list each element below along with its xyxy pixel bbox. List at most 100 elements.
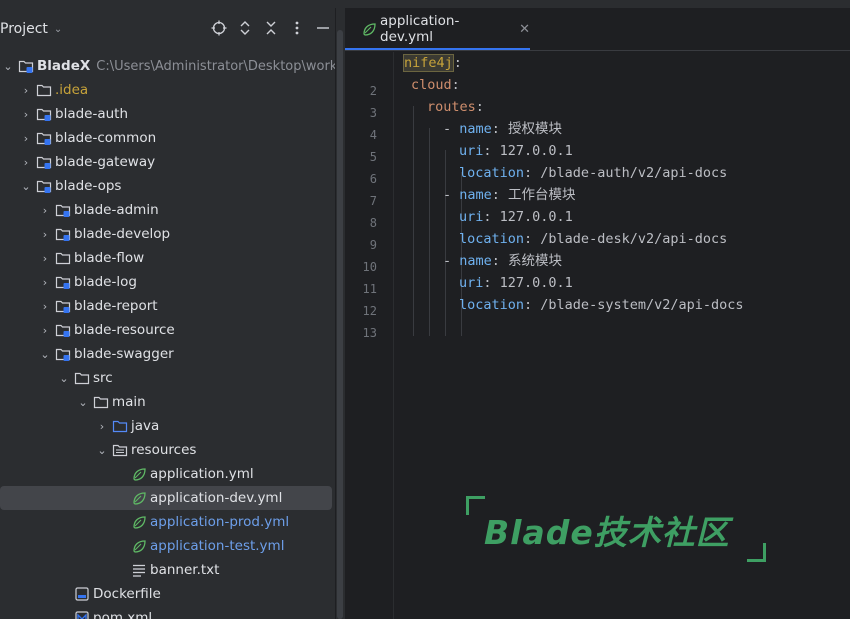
tree-item-label: blade-resource <box>74 322 175 338</box>
yaml-key: uri <box>459 275 484 291</box>
text-file-icon <box>131 562 147 578</box>
tree-item-bladex[interactable]: ⌄ BladeX C:\Users\Administrator\Desktop\… <box>0 54 335 78</box>
folder-icon <box>36 82 52 98</box>
tab-application-dev-yml[interactable]: application-dev.yml ✕ <box>345 8 530 50</box>
chevron-down-icon[interactable]: ⌄ <box>0 54 16 78</box>
tree-item-label: application-dev.yml <box>150 490 283 506</box>
yaml-value: 系统模块 <box>508 253 563 269</box>
module-folder-icon <box>55 274 71 290</box>
line-number: 2 <box>369 84 377 98</box>
collapse-all-icon[interactable] <box>262 20 280 38</box>
code-line: nife4j: <box>403 52 462 74</box>
locate-icon[interactable] <box>210 20 228 38</box>
tree-item-blade-ops[interactable]: ⌄ blade-ops <box>0 174 335 198</box>
chevron-down-icon[interactable]: ⌄ <box>75 390 91 414</box>
module-folder-icon <box>55 298 71 314</box>
project-view-selector[interactable]: Project ⌄ <box>0 21 62 37</box>
tree-item-label: pom.xml <box>93 610 153 619</box>
tree-item-banner-txt[interactable]: banner.txt <box>0 558 335 582</box>
folder-icon <box>74 370 90 386</box>
tree-item-application-test-yml[interactable]: application-test.yml <box>0 534 335 558</box>
yaml-key: nife4j <box>403 54 454 72</box>
tree-item-dockerfile[interactable]: Dockerfile <box>0 582 335 606</box>
yaml-key: name <box>459 187 492 203</box>
tree-item-blade-swagger[interactable]: ⌄ blade-swagger <box>0 342 335 366</box>
tree-item-label: blade-report <box>74 298 158 314</box>
code-line: - name: 授权模块 <box>443 118 562 140</box>
chevron-right-icon[interactable]: › <box>37 270 53 294</box>
expand-all-icon[interactable] <box>236 20 254 38</box>
chevron-right-icon[interactable]: › <box>37 198 53 222</box>
tree-item-application-yml[interactable]: application.yml <box>0 462 335 486</box>
project-title: Project <box>0 21 48 37</box>
options-menu-icon[interactable] <box>288 20 306 38</box>
tree-item-idea[interactable]: › .idea <box>0 78 335 102</box>
watermark-text: Blade技术社区 <box>484 513 730 552</box>
line-number-gutter: 2 3 4 5 6 7 8 9 10 11 12 13 <box>345 52 394 619</box>
chevron-right-icon[interactable]: › <box>94 414 110 438</box>
module-folder-icon <box>36 178 52 194</box>
tree-item-blade-common[interactable]: › blade-common <box>0 126 335 150</box>
tree-item-blade-auth[interactable]: › blade-auth <box>0 102 335 126</box>
yaml-punct: : <box>483 209 500 225</box>
tree-item-label: java <box>131 418 160 434</box>
chevron-right-icon[interactable]: › <box>18 150 34 174</box>
yaml-punct: : <box>524 231 541 247</box>
chevron-right-icon[interactable]: › <box>18 126 34 150</box>
yaml-value: /blade-system/v2/api-docs <box>540 297 744 313</box>
tree-item-resources[interactable]: ⌄ resources <box>0 438 335 462</box>
tree-item-main[interactable]: ⌄ main <box>0 390 335 414</box>
editor-tab-bar: application-dev.yml ✕ <box>345 8 850 51</box>
line-number: 4 <box>369 128 377 142</box>
code-line: location: /blade-desk/v2/api-docs <box>459 228 727 250</box>
yaml-value: 127.0.0.1 <box>499 143 573 159</box>
chevron-down-icon[interactable]: ⌄ <box>56 366 72 390</box>
yaml-punct: : <box>483 143 500 159</box>
tree-item-blade-log[interactable]: › blade-log <box>0 270 335 294</box>
chevron-right-icon[interactable]: › <box>37 222 53 246</box>
close-icon[interactable]: ✕ <box>519 22 530 37</box>
tree-item-blade-report[interactable]: › blade-report <box>0 294 335 318</box>
line-number: 10 <box>362 260 377 274</box>
tree-item-label: main <box>112 394 146 410</box>
project-scrollbar-thumb[interactable] <box>337 30 343 619</box>
yaml-value: 127.0.0.1 <box>499 209 573 225</box>
tree-item-label: blade-swagger <box>74 346 174 362</box>
yaml-value: 工作台模块 <box>508 187 576 203</box>
hide-panel-icon[interactable] <box>314 20 332 38</box>
line-number: 9 <box>369 238 377 252</box>
line-number: 3 <box>369 106 377 120</box>
indent-guide <box>429 128 430 336</box>
module-folder-icon <box>55 202 71 218</box>
tree-item-blade-resource[interactable]: › blade-resource <box>0 318 335 342</box>
module-folder-icon <box>55 226 71 242</box>
chevron-right-icon[interactable]: › <box>37 318 53 342</box>
tree-item-blade-develop[interactable]: › blade-develop <box>0 222 335 246</box>
tree-item-blade-gateway[interactable]: › blade-gateway <box>0 150 335 174</box>
yaml-punct: : <box>491 121 509 137</box>
yaml-dash: - <box>443 121 460 137</box>
chevron-down-icon[interactable]: ⌄ <box>37 342 53 366</box>
chevron-right-icon[interactable]: › <box>18 102 34 126</box>
line-number: 11 <box>362 282 377 296</box>
tree-item-src[interactable]: ⌄ src <box>0 366 335 390</box>
chevron-right-icon[interactable]: › <box>18 78 34 102</box>
chevron-right-icon[interactable]: › <box>37 294 53 318</box>
line-number: 13 <box>362 326 377 340</box>
yaml-dash: - <box>443 187 460 203</box>
yaml-punct: : <box>524 165 541 181</box>
tree-item-blade-flow[interactable]: › blade-flow <box>0 246 335 270</box>
tree-item-pom-xml[interactable]: pom.xml <box>0 606 335 619</box>
yaml-value: /blade-auth/v2/api-docs <box>540 165 728 181</box>
resources-folder-icon <box>112 442 128 458</box>
tree-item-java[interactable]: › java <box>0 414 335 438</box>
chevron-down-icon[interactable]: ⌄ <box>18 174 34 198</box>
chevron-right-icon[interactable]: › <box>37 246 53 270</box>
tree-item-application-dev-yml[interactable]: application-dev.yml <box>0 486 332 510</box>
tree-item-application-prod-yml[interactable]: application-prod.yml <box>0 510 335 534</box>
tree-item-blade-admin[interactable]: › blade-admin <box>0 198 335 222</box>
chevron-down-icon[interactable]: ⌄ <box>94 438 110 462</box>
tree-item-label: resources <box>131 442 197 458</box>
tree-item-label: BladeX <box>37 58 91 74</box>
yaml-key: cloud <box>411 77 452 93</box>
